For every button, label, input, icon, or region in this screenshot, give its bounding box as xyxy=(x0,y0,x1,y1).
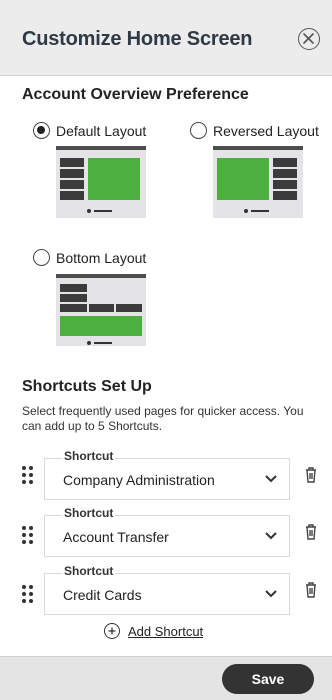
preview-block xyxy=(60,169,84,178)
preview-line xyxy=(94,342,112,344)
shortcut-select-2[interactable]: Account Transfer xyxy=(44,515,290,557)
default-layout-preview[interactable] xyxy=(56,146,146,218)
shortcut-value: Credit Cards xyxy=(63,587,142,603)
trash-icon[interactable] xyxy=(304,466,318,484)
add-shortcut-label: Add Shortcut xyxy=(128,624,204,639)
preview-dot xyxy=(244,209,248,213)
preview-block xyxy=(60,180,84,189)
chevron-down-icon xyxy=(265,590,277,598)
reversed-layout-label: Reversed Layout xyxy=(213,123,319,139)
preview-block xyxy=(60,304,87,312)
dialog-title: Customize Home Screen xyxy=(22,28,253,50)
preview-block xyxy=(273,191,297,200)
chevron-down-icon xyxy=(265,532,277,540)
default-layout-radio[interactable] xyxy=(33,122,50,139)
bottom-layout-preview[interactable] xyxy=(56,274,146,346)
preview-block xyxy=(89,304,114,312)
close-icon xyxy=(303,33,314,44)
trash-icon[interactable] xyxy=(304,523,318,541)
preview-block xyxy=(60,158,84,167)
shortcut-label: Shortcut xyxy=(62,506,116,520)
dialog-footer: Save xyxy=(0,656,332,700)
shortcut-value: Company Administration xyxy=(63,472,215,488)
bottom-layout-label: Bottom Layout xyxy=(56,250,147,266)
shortcuts-description: Select frequently used pages for quicker… xyxy=(22,404,304,433)
reversed-layout-radio[interactable] xyxy=(190,122,207,139)
preview-block xyxy=(273,169,297,178)
account-overview-title: Account Overview Preference xyxy=(22,86,249,103)
preview-dot xyxy=(87,341,91,345)
preview-main-area xyxy=(60,316,142,336)
preview-block xyxy=(60,294,87,302)
chevron-down-icon xyxy=(265,475,277,483)
trash-icon[interactable] xyxy=(304,581,318,599)
preview-block xyxy=(116,304,142,312)
close-button[interactable] xyxy=(298,28,320,50)
default-layout-label: Default Layout xyxy=(56,123,147,139)
drag-handle-icon[interactable] xyxy=(22,466,34,484)
preview-main-area xyxy=(217,158,269,200)
shortcut-label: Shortcut xyxy=(62,564,116,578)
shortcut-select-1[interactable]: Company Administration xyxy=(44,458,290,500)
drag-handle-icon[interactable] xyxy=(22,585,34,603)
preview-block xyxy=(60,191,84,200)
preview-block xyxy=(60,284,87,292)
preview-block xyxy=(273,180,297,189)
shortcut-select-3[interactable]: Credit Cards xyxy=(44,573,290,615)
shortcut-label: Shortcut xyxy=(62,449,116,463)
preview-line xyxy=(94,210,112,212)
reversed-layout-preview[interactable] xyxy=(213,146,303,218)
preview-line xyxy=(251,210,269,212)
drag-handle-icon[interactable] xyxy=(22,526,34,544)
shortcuts-title: Shortcuts Set Up xyxy=(22,378,152,395)
plus-circle-icon xyxy=(104,623,120,639)
shortcut-value: Account Transfer xyxy=(63,529,169,545)
save-button[interactable]: Save xyxy=(222,664,314,694)
preview-main-area xyxy=(88,158,140,200)
dialog-header: Customize Home Screen xyxy=(0,0,332,76)
preview-dot xyxy=(87,209,91,213)
preview-block xyxy=(273,158,297,167)
bottom-layout-radio[interactable] xyxy=(33,249,50,266)
